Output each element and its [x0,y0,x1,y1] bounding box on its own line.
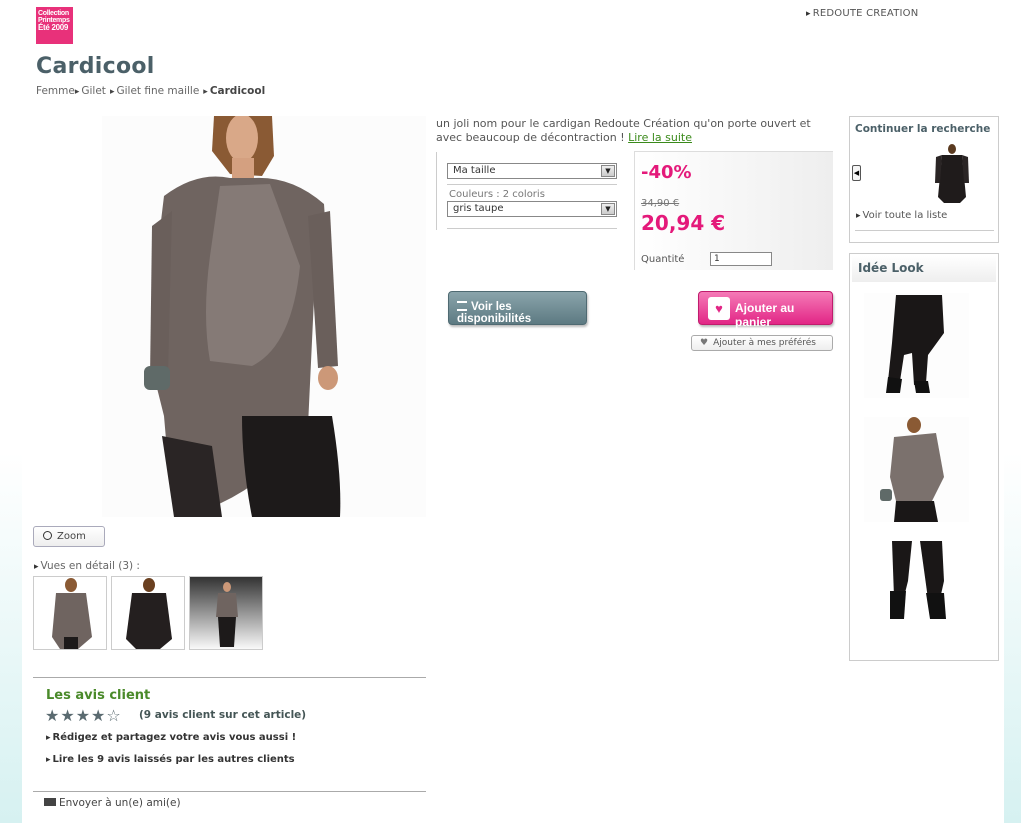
thumbnail-look-image [190,577,262,649]
star-full-icon: ★ [91,706,107,725]
detail-thumbnail-2[interactable] [111,576,185,650]
look-item-1[interactable] [864,293,969,398]
divider [33,791,426,792]
envelope-icon [44,798,56,806]
breadcrumb-arrow-icon: ▸ [203,87,208,97]
reviews-title: Les avis client [46,688,151,703]
star-full-icon: ★ [45,706,61,725]
options-panel: Ma taille ▼ Couleurs : 2 coloris gris ta… [436,152,618,230]
breadcrumb-gilet[interactable]: Gilet [81,85,106,97]
add-to-cart-button[interactable]: ♥ Ajouter au panier [698,291,833,329]
detail-thumbnail-1[interactable] [33,576,107,650]
shopping-bag-icon: ♥ [708,297,730,320]
look-pants-image [864,293,969,398]
look-boots-image [864,541,969,646]
read-reviews-link[interactable]: Lire les 9 avis laissés par les autres c… [46,754,295,765]
magnifier-icon [43,531,52,540]
page: Collection Printemps Été 2009 REDOUTE CR… [22,0,1004,823]
divider [33,677,426,678]
star-full-icon: ★ [75,706,92,725]
reviews-count: (9 avis client sur cet article) [139,709,307,721]
idee-look-panel: Idée Look [849,253,999,661]
read-more-link[interactable]: Lire la suite [628,131,692,144]
breadcrumb-current: Cardicool [209,85,266,97]
color-select[interactable]: gris taupe ▼ [447,201,617,217]
collection-logo[interactable]: Collection Printemps Été 2009 [36,7,73,44]
size-select[interactable]: Ma taille ▼ [447,163,617,179]
write-review-link[interactable]: Rédigez et partagez votre avis vous auss… [46,732,297,743]
breadcrumb-arrow-icon: ▸ [109,87,115,97]
look-item-3[interactable] [864,541,969,646]
related-product-thumbnail [930,143,974,205]
zoom-button[interactable]: Zoom [33,526,105,547]
divider [447,228,617,229]
page-title: Cardicool [36,54,155,79]
rating-stars: ★★★★☆ [45,706,122,725]
breadcrumb-femme[interactable]: Femme [36,85,75,97]
carousel-prev-button[interactable]: ◀ [852,165,861,181]
chevron-down-icon: ▼ [601,165,615,177]
old-price: 34,90 € [641,198,680,209]
star-full-icon: ★ [60,706,76,725]
list-icon [457,301,467,311]
colors-label: Couleurs : 2 coloris [449,189,545,200]
continue-search-title: Continuer la recherche [855,123,991,135]
idee-look-header: Idée Look [852,256,996,282]
send-friend-link[interactable]: Envoyer à un(e) ami(e) [44,797,181,809]
look-item-2[interactable] [864,417,969,522]
continue-search-panel: Continuer la recherche ◀ Voir toute la l… [849,116,999,243]
breadcrumb-gilet-fine-maille[interactable]: Gilet fine maille [116,85,199,97]
chevron-down-icon: ▼ [601,203,615,215]
redoute-creation-link[interactable]: REDOUTE CREATION [806,8,918,19]
discount-badge: -40% [641,162,692,183]
thumbnail-back-image [112,577,184,649]
heart-icon: ♥ [700,338,709,348]
breadcrumb: Femme▸ Gilet ▸ Gilet fine maille ▸ Cardicool [36,85,269,97]
breadcrumb-arrow-icon: ▸ [74,87,80,97]
availability-button[interactable]: Voir les disponibilités [448,291,587,325]
look-top-image [864,417,969,522]
product-description: un joli nom pour le cardigan Redoute Cré… [436,117,811,144]
detail-thumbnail-3[interactable] [189,576,263,650]
divider [855,230,994,231]
thumbnail-front-image [34,577,106,649]
related-product-image[interactable] [930,143,974,205]
quantity-input[interactable]: 1 [710,252,772,266]
quantity-label: Quantité [641,254,685,265]
product-main-image[interactable] [102,116,426,517]
divider [447,184,617,185]
detail-views-label: Vues en détail (3) : [34,560,140,572]
see-full-list-link[interactable]: Voir toute la liste [856,210,948,221]
idee-look-title: Idée Look [858,261,924,275]
model-cardigan-image [102,116,426,517]
star-empty-icon: ☆ [106,706,122,725]
add-to-favorites-button[interactable]: ♥ Ajouter à mes préférés [691,335,833,351]
new-price: 20,94 € [641,211,726,235]
